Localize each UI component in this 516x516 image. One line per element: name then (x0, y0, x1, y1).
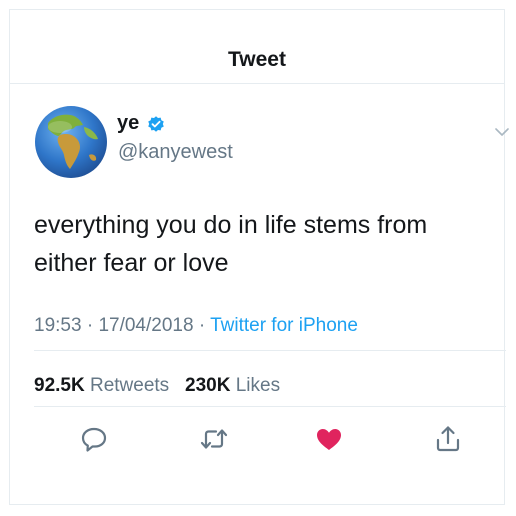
divider (34, 350, 506, 351)
retweet-icon (200, 429, 228, 449)
like-button[interactable] (314, 424, 344, 454)
likes-stat[interactable]: 230K Likes (185, 375, 280, 396)
user-name[interactable]: ye (117, 112, 166, 135)
tweet-date[interactable]: 17/04/2018 (98, 315, 193, 336)
reply-icon (81, 427, 107, 452)
tweet-header: Tweet (10, 10, 504, 84)
tweet-stats: 92.5K Retweets 230K Likes (34, 375, 280, 397)
meta-separator: · (86, 315, 99, 336)
page-title: Tweet (228, 48, 286, 71)
retweets-stat[interactable]: 92.5K Retweets (34, 375, 169, 396)
retweets-label: Retweets (89, 375, 170, 396)
tweet-meta: 19:53 · 17/04/2018 · Twitter for iPhone (34, 315, 358, 337)
meta-separator: · (198, 315, 211, 336)
share-button[interactable] (433, 424, 463, 454)
heart-icon (317, 429, 341, 450)
tweet-text: everything you do in life stems from eit… (34, 211, 428, 277)
likes-count: 230K (185, 375, 231, 396)
verified-badge-icon (148, 115, 164, 132)
likes-label: Likes (235, 375, 281, 396)
retweets-count: 92.5K (34, 375, 85, 396)
display-name[interactable]: ye (117, 112, 139, 135)
divider (34, 406, 506, 407)
avatar[interactable] (34, 105, 108, 179)
tweet-source[interactable]: Twitter for iPhone (210, 315, 358, 336)
user-handle[interactable]: @kanyewest (118, 141, 233, 164)
share-icon (436, 426, 460, 452)
retweet-button[interactable] (199, 424, 229, 454)
reply-button[interactable] (79, 424, 109, 454)
tweet-card: Tweet ye @kanyewest everything you do in… (9, 9, 509, 505)
chevron-down-icon[interactable] (495, 127, 509, 137)
tweet-time[interactable]: 19:53 (34, 315, 82, 336)
